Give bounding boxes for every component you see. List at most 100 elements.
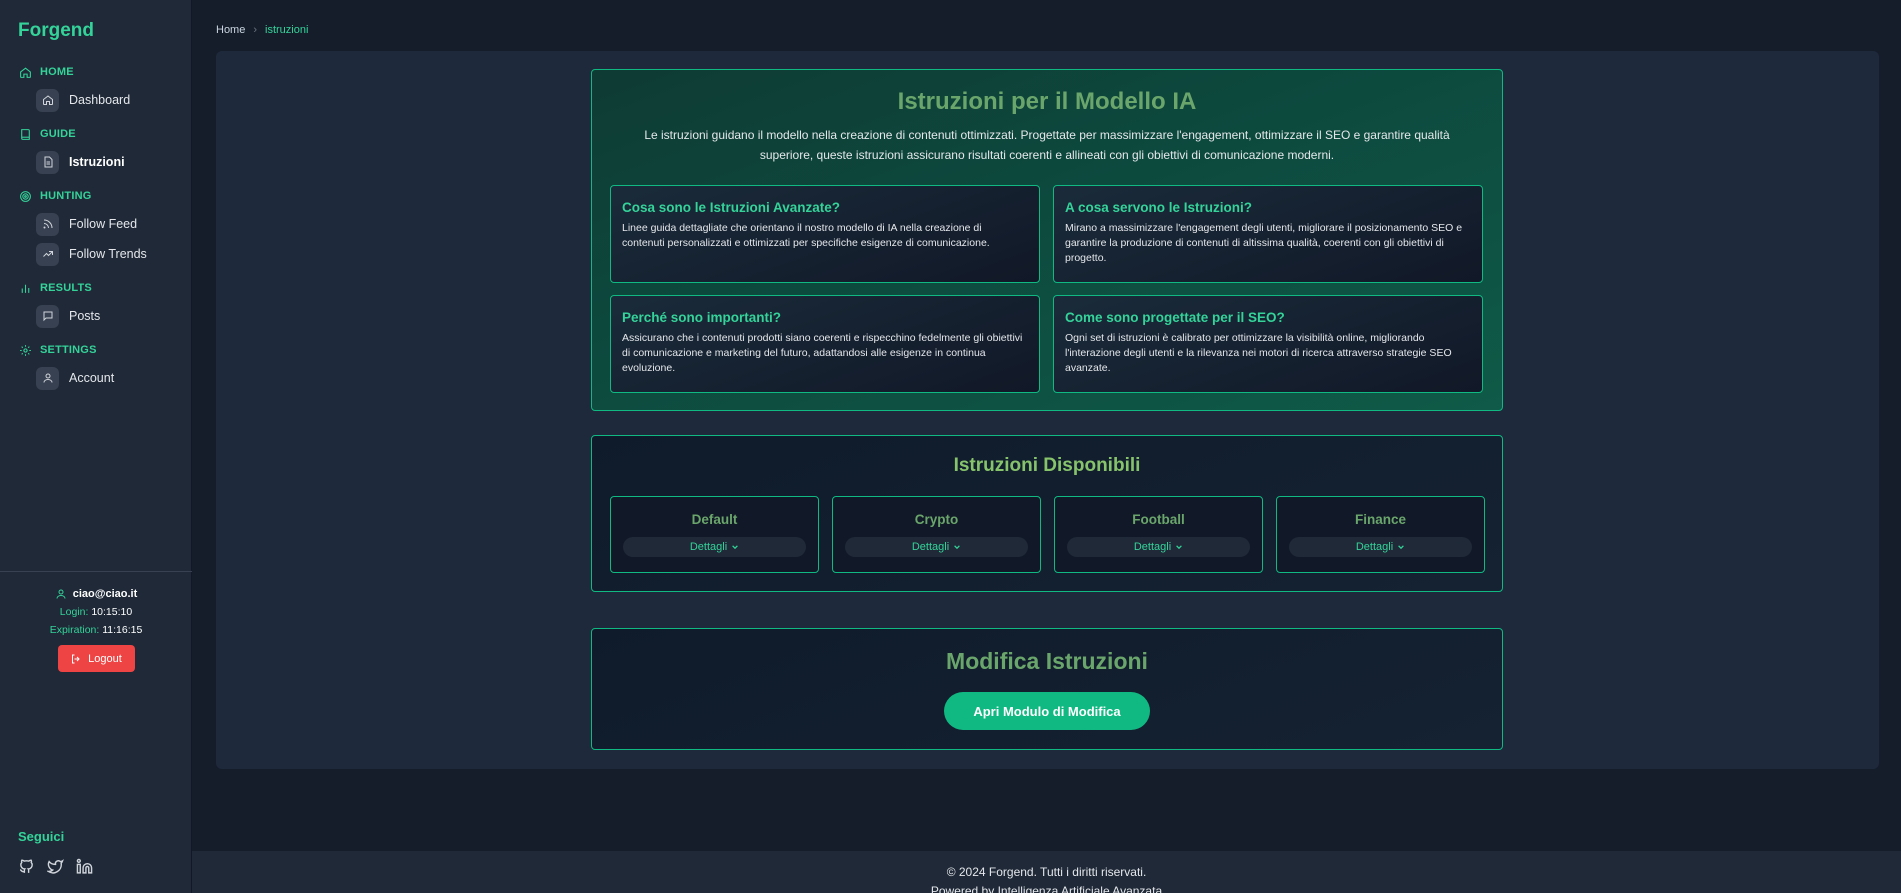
details-label: Dettagli: [1355, 541, 1394, 553]
nav-section-title: GUIDE: [40, 128, 76, 140]
details-button[interactable]: Dettagli: [1067, 537, 1250, 557]
preset-name: Crypto: [914, 512, 959, 527]
sidebar-item-label: Follow Feed: [69, 217, 138, 231]
document-icon: [36, 150, 59, 174]
bar-chart-icon: [21, 284, 30, 293]
preset-card-finance: Finance Dettagli: [1276, 496, 1485, 573]
sidebar-nav: HOME Dashboard GUIDE Istruzioni HUNTING …: [0, 62, 192, 402]
brand-logo[interactable]: Forgend: [18, 20, 94, 42]
nav-section-home: HOME Dashboard: [0, 62, 192, 112]
rss-icon: [36, 212, 59, 236]
nav-section-guide-header: GUIDE: [0, 124, 192, 144]
chevron-down-icon: [954, 545, 960, 550]
info-box-title: Come sono progettate per il SEO?: [1065, 310, 1285, 325]
chevron-down-icon: [1176, 545, 1182, 550]
nav-section-results: RESULTS Posts: [0, 278, 192, 328]
sidebar-item-label: Istruzioni: [69, 155, 125, 169]
nav-section-title: RESULTS: [40, 282, 92, 294]
info-box-title: Perché sono importanti?: [622, 310, 782, 325]
logout-button[interactable]: Logout: [57, 645, 135, 672]
nav-section-settings: SETTINGS Account: [0, 340, 192, 390]
message-square-icon: [36, 304, 59, 328]
breadcrumb-home[interactable]: Home: [216, 24, 245, 36]
details-button[interactable]: Dettagli: [1289, 537, 1472, 557]
logout-icon: [72, 654, 80, 663]
user-icon: [56, 589, 66, 599]
info-box: Come sono progettate per il SEO? Ogni se…: [1053, 295, 1483, 393]
sidebar-item-label: Dashboard: [69, 93, 131, 107]
page-title: Istruzioni per il Modello IA: [897, 88, 1197, 115]
login-label: Login:: [59, 606, 89, 618]
nav-section-title: HOME: [40, 66, 74, 78]
linkedin-icon[interactable]: [76, 858, 93, 875]
details-button[interactable]: Dettagli: [623, 537, 806, 557]
footer-copyright: © 2024 Forgend. Tutti i diritti riservat…: [946, 865, 1147, 879]
expiration-value: 11:16:15: [102, 624, 143, 636]
nav-section-title: HUNTING: [40, 190, 92, 202]
info-box-text: Mirano a massimizzare l'engagement degli…: [1065, 222, 1463, 264]
twitter-icon[interactable]: [47, 858, 64, 875]
user-email: ciao@ciao.it: [0, 588, 192, 600]
available-title: Istruzioni Disponibili: [953, 455, 1141, 476]
expiration-label: Expiration:: [49, 624, 100, 636]
info-box: A cosa servono le Istruzioni? Mirano a m…: [1053, 185, 1483, 283]
login-time: Login: 10:15:10: [0, 606, 192, 618]
expiration-time: Expiration: 11:16:15: [0, 624, 192, 636]
book-icon: [21, 128, 30, 140]
user-info: ciao@ciao.it Login: 10:15:10 Expiration:…: [0, 571, 192, 672]
sidebar-item-posts[interactable]: Posts: [36, 304, 192, 328]
intro-text: Le istruzioni guidano il modello nella c…: [644, 128, 1450, 162]
sidebar-item-label: Follow Trends: [69, 247, 147, 261]
sidebar-item-follow-trends[interactable]: Follow Trends: [36, 242, 192, 266]
chevron-right-icon: ›: [253, 24, 258, 36]
sidebar-item-account[interactable]: Account: [36, 366, 192, 390]
info-box: Perché sono importanti? Assicurano che i…: [610, 295, 1040, 393]
social-title: Seguici: [18, 829, 65, 844]
sidebar-item-follow-feed[interactable]: Follow Feed: [36, 212, 192, 236]
preset-name: Football: [1132, 512, 1185, 527]
nav-section-hunting-header: HUNTING: [0, 186, 192, 206]
preset-card-crypto: Crypto Dettagli: [832, 496, 1041, 573]
main-content: Istruzioni per il Modello IA Le istruzio…: [216, 51, 1879, 769]
breadcrumb-current: istruzioni: [265, 24, 309, 36]
sidebar-item-label: Posts: [69, 309, 101, 323]
footer: © 2024 Forgend. Tutti i diritti riservat…: [192, 851, 1901, 893]
sidebar-item-dashboard[interactable]: Dashboard: [36, 88, 192, 112]
gear-icon: [20, 344, 31, 356]
home-icon: [20, 66, 31, 78]
details-button[interactable]: Dettagli: [845, 537, 1028, 557]
login-value: 10:15:10: [91, 606, 133, 618]
info-box-title: A cosa servono le Istruzioni?: [1065, 200, 1253, 215]
info-box-text: Ogni set di istruzioni è calibrato per o…: [1065, 332, 1452, 374]
footer-powered-by: Powered by Intelligenza Artificiale Avan…: [930, 884, 1163, 893]
nav-section-title: SETTINGS: [40, 344, 97, 356]
nav-section-settings-header: SETTINGS: [0, 340, 192, 360]
info-box-text: Assicurano che i contenuti prodotti sian…: [622, 332, 1023, 374]
chevron-down-icon: [732, 545, 738, 550]
details-label: Dettagli: [911, 541, 950, 553]
nav-section-home-header: HOME: [0, 62, 192, 82]
user-icon: [36, 366, 59, 390]
info-grid: Cosa sono le Istruzioni Avanzate? Linee …: [610, 185, 1483, 393]
nav-section-results-header: RESULTS: [0, 278, 192, 298]
info-box-title: Cosa sono le Istruzioni Avanzate?: [622, 200, 841, 215]
sidebar: Forgend HOME Dashboard GUIDE Istruzioni …: [0, 0, 192, 893]
social-links: [18, 858, 93, 875]
open-edit-form-button[interactable]: Apri Modulo di Modifica: [944, 692, 1150, 730]
user-email-text: ciao@ciao.it: [72, 588, 138, 600]
info-box-text: Linee guida dettagliate che orientano il…: [622, 222, 990, 249]
logout-label: Logout: [88, 652, 122, 665]
sidebar-item-istruzioni[interactable]: Istruzioni: [36, 150, 192, 174]
details-label: Dettagli: [689, 541, 728, 553]
trending-up-icon: [36, 242, 59, 266]
details-label: Dettagli: [1133, 541, 1172, 553]
github-icon[interactable]: [18, 858, 35, 875]
nav-section-guide: GUIDE Istruzioni: [0, 124, 192, 174]
home-icon: [36, 88, 59, 112]
info-box: Cosa sono le Istruzioni Avanzate? Linee …: [610, 185, 1040, 283]
preset-name: Finance: [1354, 512, 1406, 527]
edit-instructions-card: Modifica Istruzioni Apri Modulo di Modif…: [591, 628, 1503, 750]
sidebar-item-label: Account: [69, 371, 115, 385]
intro-card: Istruzioni per il Modello IA Le istruzio…: [591, 69, 1503, 411]
target-icon: [20, 190, 31, 202]
